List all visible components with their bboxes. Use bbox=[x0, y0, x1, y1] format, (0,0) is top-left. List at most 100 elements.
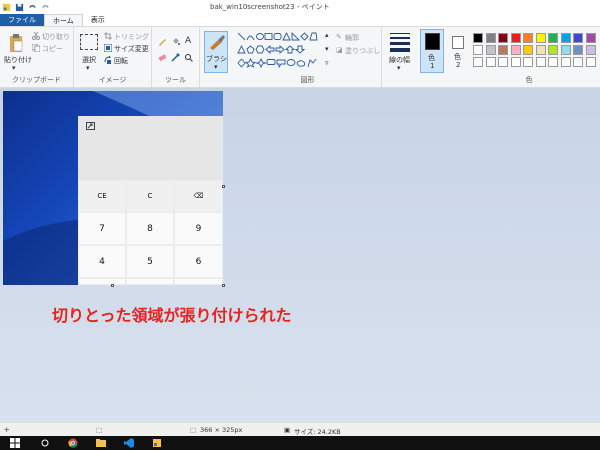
undo-icon[interactable] bbox=[28, 3, 37, 12]
clipboard-group: 貼り付け ▾ 切り取り コピー クリップボード bbox=[0, 27, 74, 87]
color2-swatch bbox=[452, 36, 464, 49]
palette-swatch[interactable] bbox=[573, 57, 583, 67]
palette-swatch[interactable] bbox=[498, 33, 508, 43]
vscode-icon[interactable] bbox=[124, 438, 134, 448]
line-width-icon[interactable] bbox=[390, 33, 410, 52]
palette-swatch[interactable] bbox=[535, 33, 546, 43]
digit-6-button[interactable]: 6 bbox=[174, 245, 223, 278]
save-icon[interactable] bbox=[15, 3, 24, 12]
chevron-down-icon[interactable]: ▾ bbox=[397, 64, 401, 72]
colors-group-label: 色 bbox=[525, 76, 533, 84]
resize-handle-bottom[interactable] bbox=[111, 284, 114, 287]
size-group: 線の幅 ▾ bbox=[382, 27, 418, 87]
shapes-scroll-up-icon[interactable]: ▴ bbox=[325, 31, 329, 39]
palette-swatch[interactable] bbox=[485, 45, 496, 55]
text-tool-button[interactable]: A bbox=[185, 36, 191, 46]
fill-bucket-icon[interactable] bbox=[171, 37, 180, 46]
palette-swatch[interactable] bbox=[510, 33, 521, 43]
rotate-icon bbox=[104, 56, 112, 64]
windows-start-icon[interactable] bbox=[10, 438, 20, 448]
resize-icon bbox=[104, 44, 112, 52]
file-size: サイズ: 24.2KB bbox=[294, 428, 341, 436]
copy-icon bbox=[32, 44, 40, 52]
palette-swatch[interactable] bbox=[485, 57, 496, 67]
palette-swatch[interactable] bbox=[523, 33, 533, 43]
window-title: bak_win10screenshot23 - ペイント bbox=[210, 3, 330, 11]
select-icon[interactable] bbox=[80, 34, 98, 50]
palette-swatch[interactable] bbox=[548, 45, 558, 55]
palette-swatch[interactable] bbox=[523, 57, 533, 67]
keep-on-top-icon[interactable] bbox=[86, 122, 95, 130]
file-explorer-icon[interactable] bbox=[96, 438, 106, 448]
outline-button[interactable]: 輪郭 bbox=[345, 33, 359, 43]
calculator-next-row bbox=[174, 278, 223, 285]
clear-entry-button[interactable]: CE bbox=[78, 180, 126, 212]
crop-button[interactable]: トリミング bbox=[114, 32, 149, 42]
digit-7-button[interactable]: 7 bbox=[78, 212, 126, 245]
color-picker-icon[interactable] bbox=[171, 53, 180, 62]
digit-5-button[interactable]: 5 bbox=[126, 245, 174, 278]
palette-swatch[interactable] bbox=[573, 45, 583, 55]
pencil-icon[interactable] bbox=[158, 37, 167, 46]
shapes-more-icon[interactable]: ▿ bbox=[325, 59, 329, 67]
shapes-group: ▴ ▾ ▿ ✎ 輪郭 ◪ 塗りつぶし 図形 bbox=[234, 27, 382, 87]
tab-home[interactable]: ホーム bbox=[44, 14, 83, 26]
ribbon: 貼り付け ▾ 切り取り コピー クリップボード 選択 ▾ トリミング サイズ変更… bbox=[0, 26, 600, 88]
palette-swatch[interactable] bbox=[585, 45, 596, 55]
palette-swatch[interactable] bbox=[548, 57, 558, 67]
cut-button[interactable]: 切り取り bbox=[42, 32, 70, 42]
palette-swatch[interactable] bbox=[535, 45, 546, 55]
palette-swatch[interactable] bbox=[498, 45, 508, 55]
palette-swatch[interactable] bbox=[560, 33, 571, 43]
color2-button[interactable]: 色 2 bbox=[448, 29, 470, 73]
fill-button[interactable]: 塗りつぶし bbox=[345, 46, 380, 56]
resize-handle-corner[interactable] bbox=[222, 284, 225, 287]
rotate-button[interactable]: 回転 bbox=[114, 56, 128, 66]
palette-swatch[interactable] bbox=[523, 45, 533, 55]
paste-button[interactable]: 貼り付け bbox=[4, 55, 32, 65]
shapes-group-label: 図形 bbox=[300, 76, 315, 84]
color1-swatch bbox=[425, 33, 440, 50]
digit-9-button[interactable]: 9 bbox=[174, 212, 223, 245]
shapes-scroll-down-icon[interactable]: ▾ bbox=[325, 45, 329, 53]
calculator-next-row bbox=[78, 278, 126, 285]
palette-swatch[interactable] bbox=[573, 33, 583, 43]
digit-4-button[interactable]: 4 bbox=[78, 245, 126, 278]
palette-swatch[interactable] bbox=[548, 33, 558, 43]
clear-button[interactable]: C bbox=[126, 180, 174, 212]
search-icon[interactable] bbox=[40, 438, 50, 448]
palette-swatch[interactable] bbox=[473, 45, 483, 55]
selection-icon: ⬚ bbox=[96, 426, 103, 434]
backspace-icon[interactable]: ⌫ bbox=[174, 180, 223, 212]
paste-icon[interactable] bbox=[8, 33, 24, 53]
tab-file[interactable]: ファイル bbox=[0, 14, 44, 26]
annotation-text: 切りとった領域が張り付けられた bbox=[52, 306, 292, 325]
palette-swatch[interactable] bbox=[473, 57, 483, 67]
paint-taskbar-icon[interactable] bbox=[152, 438, 162, 448]
chevron-down-icon[interactable]: ▾ bbox=[12, 64, 16, 72]
copy-button[interactable]: コピー bbox=[42, 44, 63, 54]
palette-swatch[interactable] bbox=[473, 33, 483, 43]
tab-view[interactable]: 表示 bbox=[83, 14, 113, 26]
chevron-down-icon[interactable]: ▾ bbox=[86, 64, 90, 72]
redo-icon[interactable] bbox=[41, 3, 50, 12]
palette-swatch[interactable] bbox=[535, 57, 546, 67]
palette-swatch[interactable] bbox=[485, 33, 496, 43]
brush-button[interactable]: ブラシ ▾ bbox=[204, 31, 228, 73]
resize-button[interactable]: サイズ変更 bbox=[114, 44, 149, 54]
eraser-icon[interactable] bbox=[158, 53, 167, 62]
palette-swatch[interactable] bbox=[510, 45, 521, 55]
chrome-icon[interactable] bbox=[68, 438, 78, 448]
digit-8-button[interactable]: 8 bbox=[126, 212, 174, 245]
shapes-gallery[interactable] bbox=[237, 32, 323, 68]
palette-swatch[interactable] bbox=[498, 57, 508, 67]
palette-swatch[interactable] bbox=[585, 57, 596, 67]
magnifier-icon[interactable] bbox=[184, 53, 193, 62]
palette-swatch[interactable] bbox=[510, 57, 521, 67]
color1-button[interactable]: 色 1 bbox=[420, 29, 444, 73]
tools-group: A ツール bbox=[152, 27, 200, 87]
palette-swatch[interactable] bbox=[560, 45, 571, 55]
palette-swatch[interactable] bbox=[585, 33, 596, 43]
resize-handle-right[interactable] bbox=[222, 185, 225, 188]
palette-swatch[interactable] bbox=[560, 57, 571, 67]
